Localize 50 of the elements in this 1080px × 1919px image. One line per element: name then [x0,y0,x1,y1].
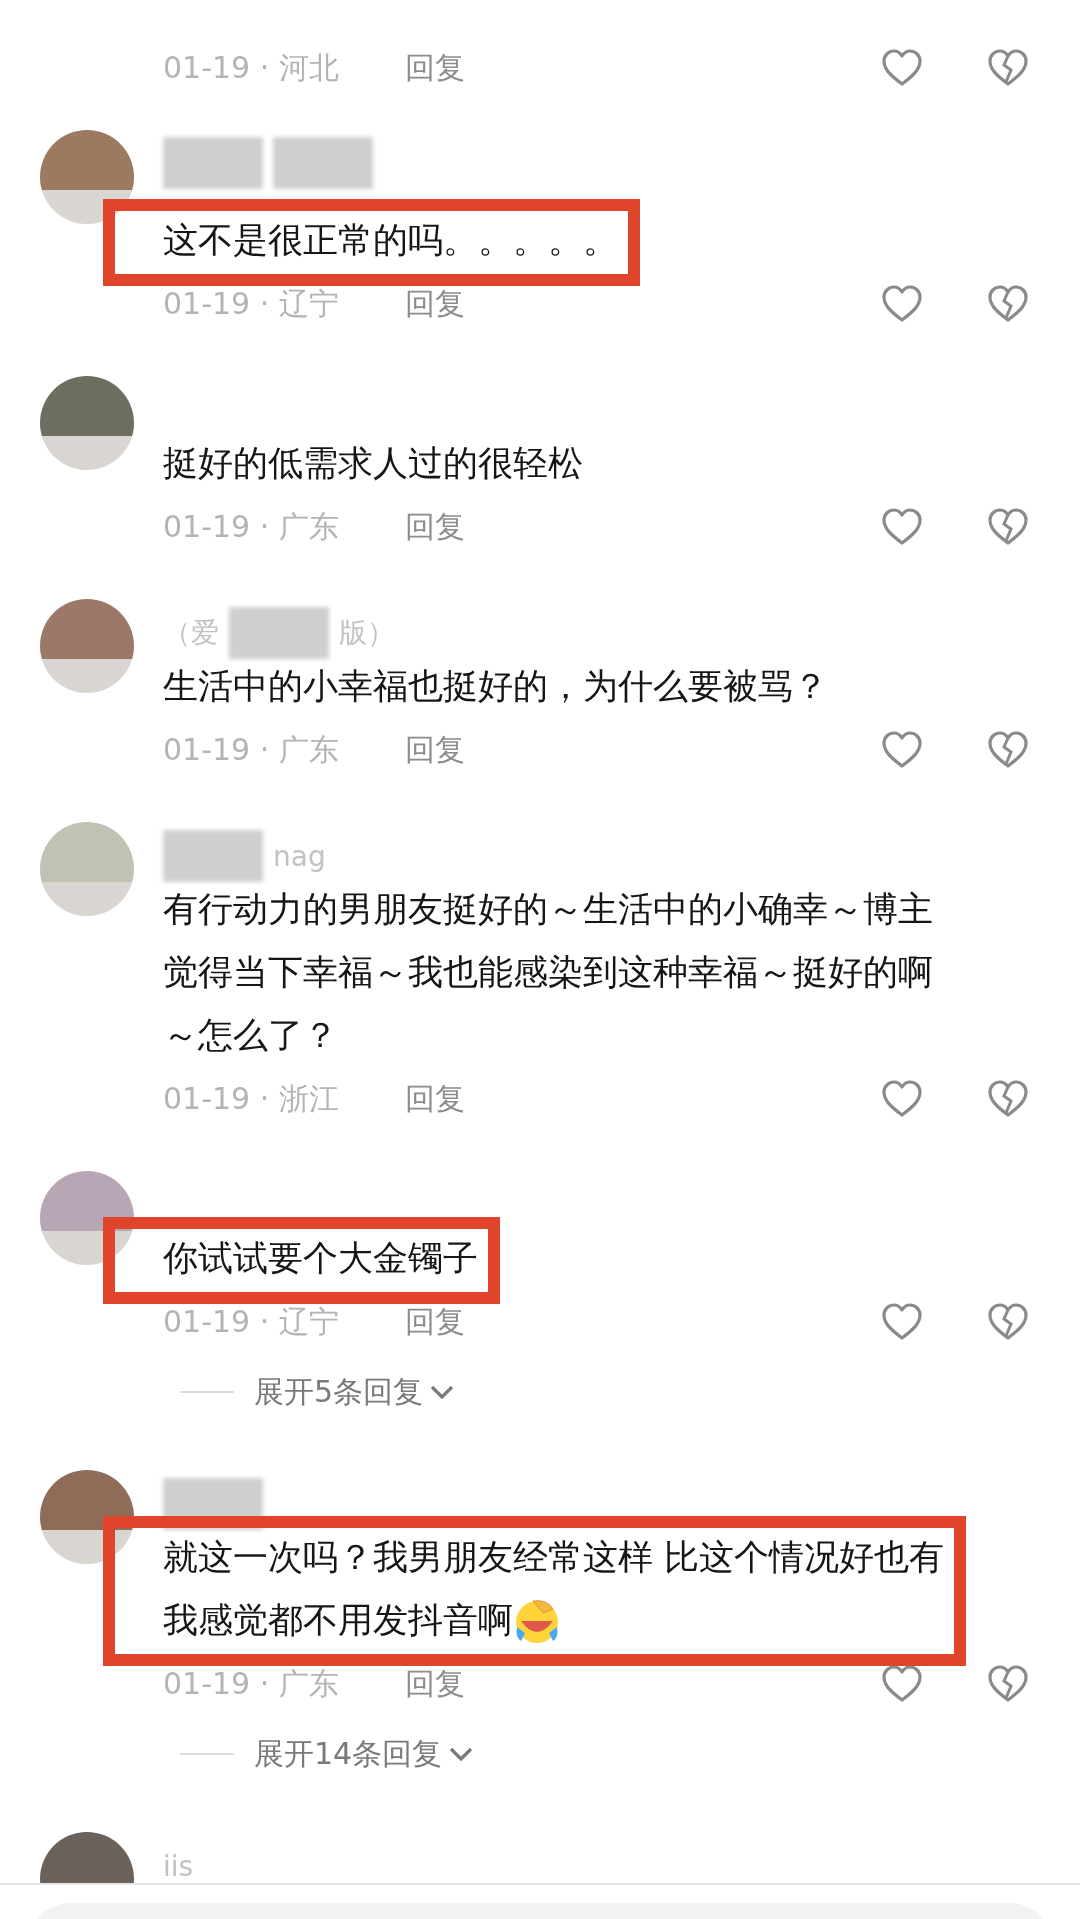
avatar[interactable] [40,1171,134,1265]
username[interactable]: iis [163,1849,194,1883]
broken-heart-icon[interactable] [988,1080,1028,1118]
comment-text: 有行动力的男朋友挺好的～生活中的小确幸～博主 [163,888,933,931]
username[interactable]: （爱 [163,614,219,652]
reply-link[interactable]: 回复 [404,47,465,89]
comment-text: 你试试要个大金镯子 [163,1237,478,1280]
reply-link[interactable]: 回复 [404,283,465,325]
broken-heart-icon[interactable] [988,49,1028,87]
like-icon[interactable] [882,508,922,546]
comment-text: 生活中的小幸福也挺好的，为什么要被骂？ [163,665,828,708]
like-icon[interactable] [882,1665,922,1703]
broken-heart-icon[interactable] [988,1665,1028,1703]
username[interactable]: 版） [339,614,395,652]
like-icon[interactable] [882,49,922,87]
broken-heart-icon[interactable] [988,508,1028,546]
broken-heart-icon[interactable] [988,1303,1028,1341]
broken-heart-icon[interactable] [988,285,1028,323]
avatar[interactable] [40,130,134,224]
like-icon[interactable] [882,731,922,769]
comment-date: 01-19 · 浙江 [163,1079,339,1118]
comment-text: 我感觉都不用发抖音啊 [163,1599,513,1642]
expand-replies-link[interactable]: 展开14条回复 [254,1733,443,1775]
comment-date: 01-19 · 河北 [163,48,339,87]
comment-text: 觉得当下幸福～我也能感染到这种幸福～挺好的啊 [163,951,933,994]
like-icon[interactable] [882,1080,922,1118]
reply-link[interactable]: 回复 [404,1663,465,1705]
comment-text: 这不是很正常的吗。。。。。 [163,219,618,262]
avatar[interactable] [40,1470,134,1564]
comment-text: 挺好的低需求人过的很轻松 [163,442,583,485]
avatar[interactable] [40,599,134,693]
comment-text: 就这一次吗？我男朋友经常这样 比这个情况好也有 [163,1536,945,1579]
comment-date: 01-19 · 辽宁 [163,284,339,323]
reply-link[interactable]: 回复 [404,506,465,548]
reply-link[interactable]: 回复 [404,1078,465,1120]
chevron-down-icon[interactable] [448,1746,475,1762]
reply-link[interactable]: 回复 [404,1301,465,1343]
reply-link[interactable]: 回复 [404,729,465,771]
comment-date: 01-19 · 广东 [163,507,339,546]
avatar[interactable] [40,376,134,470]
comment-date: 01-19 · 广东 [163,1664,339,1703]
comment-text: ～怎么了？ [163,1014,338,1057]
like-icon[interactable] [882,285,922,323]
expand-replies-link[interactable]: 展开5条回复 [254,1371,424,1413]
chevron-down-icon[interactable] [429,1384,456,1400]
comment-date: 01-19 · 辽宁 [163,1302,339,1341]
username[interactable]: nag [273,839,326,873]
comment-date: 01-19 · 广东 [163,730,339,769]
like-icon[interactable] [882,1303,922,1341]
broken-heart-icon[interactable] [988,731,1028,769]
